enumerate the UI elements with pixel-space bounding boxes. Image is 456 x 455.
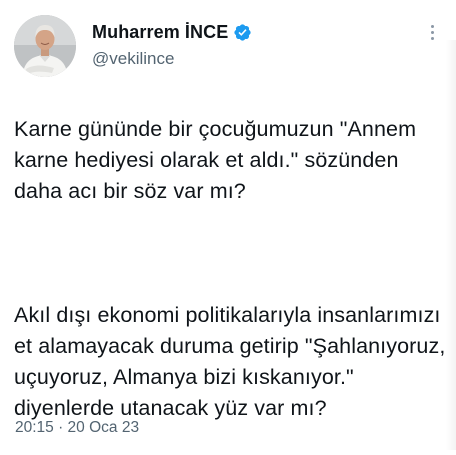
author-handle[interactable]: @vekilince — [92, 49, 252, 69]
tweet-card: Muharrem İNCE @vekilince Karne gününde b… — [0, 0, 456, 450]
edge-shadow — [446, 40, 456, 450]
tweet-paragraph: Akıl dışı ekonomi politikalarıyla insanl… — [14, 303, 446, 420]
avatar[interactable] — [14, 15, 76, 77]
verified-badge-icon — [233, 23, 252, 42]
tweet-timestamp[interactable]: 20:15 · 20 Oca 23 — [15, 419, 139, 437]
author-name-row: Muharrem İNCE — [92, 20, 252, 44]
profile-photo-icon — [14, 15, 76, 77]
more-options-icon[interactable] — [427, 25, 437, 45]
tweet-text: Karne gününde bir çocuğumuzun "Annem kar… — [14, 83, 446, 455]
tweet-author: Muharrem İNCE @vekilince — [92, 20, 252, 69]
tweet-paragraph: Karne gününde bir çocuğumuzun "Annem kar… — [14, 117, 417, 203]
author-display-name[interactable]: Muharrem İNCE — [92, 22, 228, 43]
